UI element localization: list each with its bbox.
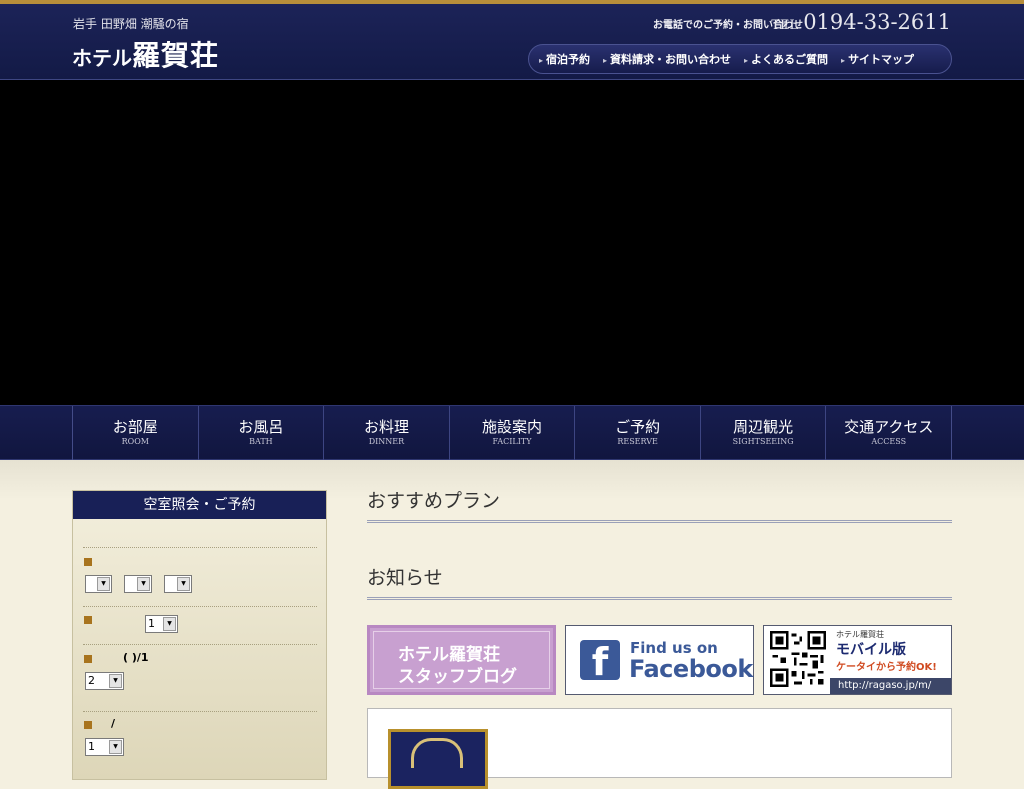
reservation-panel: 空室照会・ご予約 ▼ ▼ ▼ 1 ▼ ( )/1 2 ▼ / 1 ▼ bbox=[72, 490, 327, 780]
hero-slideshow bbox=[0, 80, 1024, 405]
divider bbox=[83, 711, 317, 712]
utility-link-reservation[interactable]: ▸ 宿泊予約 bbox=[539, 51, 590, 67]
year-select[interactable]: ▼ bbox=[85, 575, 112, 593]
utility-link-sitemap[interactable]: ▸ サイトマップ bbox=[841, 51, 914, 67]
utility-link-label: サイトマップ bbox=[848, 53, 915, 66]
month-select[interactable]: ▼ bbox=[124, 575, 152, 593]
square-bullet-icon bbox=[84, 721, 92, 729]
rooms-select[interactable]: 1 ▼ bbox=[145, 615, 178, 633]
chevron-down-icon: ▼ bbox=[109, 740, 122, 754]
recommended-plans-title: おすすめプラン bbox=[367, 486, 952, 523]
nav-label-en: ROOM bbox=[121, 437, 149, 446]
utility-link-label: 宿泊予約 bbox=[546, 53, 591, 66]
arrow-right-icon: ▸ bbox=[841, 56, 846, 65]
nav-item-facility[interactable]: 施設案内 FACILITY bbox=[450, 406, 576, 460]
facebook-banner[interactable]: f Find us on Facebook bbox=[565, 625, 754, 695]
tel-number: 0194-33-2611 bbox=[803, 10, 951, 34]
square-bullet-icon bbox=[84, 558, 92, 566]
nav-label-ja: ご予約 bbox=[615, 418, 661, 436]
square-bullet-icon bbox=[84, 655, 92, 663]
nights-value: 1 bbox=[88, 740, 95, 753]
blog-banner-line2: スタッフブログ bbox=[398, 667, 517, 687]
fb-banner-line2: Facebook bbox=[629, 655, 753, 683]
nav-label-en: SIGHTSEEING bbox=[732, 437, 794, 446]
qr-code-icon bbox=[770, 631, 826, 687]
nav-label-en: ACCESS bbox=[871, 437, 907, 446]
nav-item-room[interactable]: お部屋 ROOM bbox=[73, 406, 199, 460]
chevron-down-icon: ▼ bbox=[177, 577, 190, 591]
arrow-right-icon: ▸ bbox=[744, 56, 749, 65]
nav-item-dinner[interactable]: お料理 DINNER bbox=[324, 406, 450, 460]
mobile-site-banner[interactable]: ホテル羅賀荘 モバイル版 ケータイから予約OK! http://ragaso.j… bbox=[763, 625, 952, 695]
utility-link-inquiry[interactable]: ▸ 資料請求・お問い合わせ bbox=[603, 51, 731, 67]
nights-select[interactable]: 1 ▼ bbox=[85, 738, 124, 756]
site-tagline: 岩手 田野畑 潮騒の宿 bbox=[73, 17, 189, 31]
arrow-right-icon: ▸ bbox=[603, 56, 608, 65]
mobile-banner-url: http://ragaso.jp/m/ bbox=[830, 678, 951, 694]
divider bbox=[83, 644, 317, 645]
nav-label-en: BATH bbox=[249, 437, 273, 446]
nav-label-ja: 交通アクセス bbox=[844, 418, 934, 436]
nav-label-ja: 施設案内 bbox=[482, 418, 543, 436]
logo-prefix: ホテル bbox=[72, 46, 132, 70]
chevron-down-icon: ▼ bbox=[109, 674, 122, 688]
persons-select[interactable]: 2 ▼ bbox=[85, 672, 124, 690]
global-nav: お部屋 ROOM お風呂 BATH お料理 DINNER 施設案内 FACILITY ご… bbox=[72, 406, 952, 460]
nav-item-bath[interactable]: お風呂 BATH bbox=[199, 406, 325, 460]
utility-link-label: よくあるご質問 bbox=[751, 53, 829, 66]
nav-label-ja: お料理 bbox=[363, 418, 409, 436]
site-header: 岩手 田野畑 潮騒の宿 ホテル羅賀荘 お電話でのご予約・お問い合わせ TEL 0… bbox=[0, 0, 1024, 80]
site-logo[interactable]: ホテル羅賀荘 bbox=[72, 34, 219, 74]
chevron-down-icon: ▼ bbox=[163, 617, 176, 631]
facebook-icon: f bbox=[580, 640, 620, 684]
nav-label-ja: お風呂 bbox=[238, 418, 284, 436]
nav-label-ja: お部屋 bbox=[112, 418, 158, 436]
nav-label-en: DINNER bbox=[368, 437, 405, 446]
chevron-down-icon: ▼ bbox=[97, 577, 110, 591]
mobile-banner-sub: ケータイから予約OK! bbox=[836, 662, 937, 673]
logo-name: 羅賀荘 bbox=[132, 39, 220, 72]
utility-link-faq[interactable]: ▸ よくあるご質問 bbox=[744, 51, 828, 67]
nav-label-en: RESERVE bbox=[617, 437, 658, 446]
reservation-title: 空室照会・ご予約 bbox=[73, 491, 326, 519]
square-bullet-icon bbox=[84, 616, 92, 624]
slash-label: / bbox=[111, 717, 116, 730]
divider bbox=[83, 547, 317, 548]
utility-nav: ▸ 宿泊予約 ▸ 資料請求・お問い合わせ ▸ よくあるご質問 ▸ サイトマップ bbox=[528, 44, 952, 74]
staff-blog-banner[interactable]: ホテル羅賀荘 スタッフブログ bbox=[367, 625, 556, 695]
chevron-down-icon: ▼ bbox=[137, 577, 150, 591]
news-title: お知らせ bbox=[367, 563, 952, 600]
day-select[interactable]: ▼ bbox=[164, 575, 192, 593]
global-nav-bar: お部屋 ROOM お風呂 BATH お料理 DINNER 施設案内 FACILITY ご… bbox=[0, 405, 1024, 460]
persons-value: 2 bbox=[88, 674, 95, 687]
nav-item-sightseeing[interactable]: 周辺観光 SIGHTSEEING bbox=[701, 406, 827, 460]
divider bbox=[83, 606, 317, 607]
nav-label-en: FACILITY bbox=[492, 437, 532, 446]
persons-label: ( )/1 bbox=[123, 651, 149, 664]
nav-item-access[interactable]: 交通アクセス ACCESS bbox=[826, 406, 951, 460]
utility-link-label: 資料請求・お問い合わせ bbox=[610, 53, 732, 66]
tel-label: TEL bbox=[771, 18, 799, 33]
rooms-value: 1 bbox=[148, 617, 155, 630]
arrow-right-icon: ▸ bbox=[539, 56, 544, 65]
phone-number: TEL 0194-33-2611 bbox=[771, 10, 951, 34]
mobile-banner-title: モバイル版 bbox=[836, 642, 906, 658]
crown-icon bbox=[411, 738, 463, 768]
nav-label-ja: 周辺観光 bbox=[733, 418, 794, 436]
hotel-emblem bbox=[388, 729, 488, 789]
nav-item-reserve[interactable]: ご予約 RESERVE bbox=[575, 406, 701, 460]
